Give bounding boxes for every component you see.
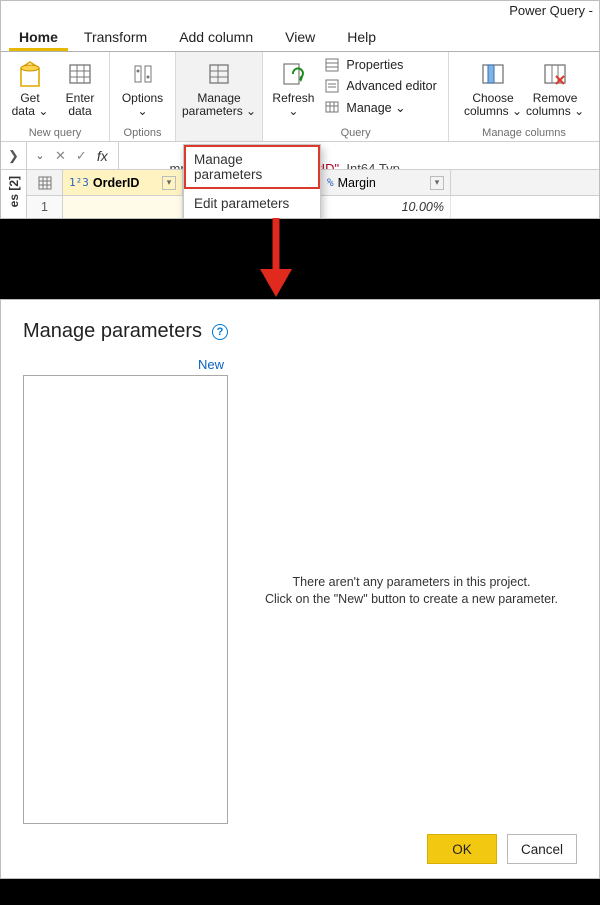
enter-data-label: Enter data (66, 92, 95, 119)
manage-parameters-menu: Manage parameters Edit parameters New pa… (183, 144, 321, 219)
empty-state: There aren't any parameters in this proj… (246, 357, 577, 824)
window-title: Power Query - (1, 1, 599, 18)
formula-expand-icon[interactable]: ⌄ (33, 149, 47, 162)
empty-line-1: There aren't any parameters in this proj… (293, 575, 531, 589)
advanced-editor-icon (324, 78, 340, 94)
refresh-label: Refresh ⌄ (272, 92, 314, 119)
manage-icon (324, 99, 340, 115)
queries-pane-toggle[interactable]: ❯ (1, 142, 27, 169)
menu-manage-parameters[interactable]: Manage parameters (184, 145, 320, 189)
group-query: Query (263, 126, 448, 141)
column-filter-icon[interactable]: ▾ (162, 176, 176, 190)
ribbon: Get data ⌄ Enter data New query Option (1, 52, 599, 142)
remove-columns-label: Remove columns ⌄ (526, 92, 584, 119)
remove-columns-button[interactable]: Remove columns ⌄ (526, 56, 584, 119)
enter-data-icon (64, 58, 96, 90)
help-icon[interactable]: ? (212, 324, 228, 340)
remove-columns-icon (539, 58, 571, 90)
get-data-button[interactable]: Get data ⌄ (7, 56, 53, 119)
options-label: Options ⌄ (122, 92, 163, 119)
new-parameter-link[interactable]: New (23, 357, 228, 375)
tab-view[interactable]: View (269, 23, 331, 51)
column-filter-icon[interactable]: ▾ (430, 176, 444, 190)
fx-icon[interactable]: fx (95, 148, 112, 164)
tab-help[interactable]: Help (331, 23, 392, 51)
number-type-icon: 1²3 (69, 176, 89, 189)
advanced-editor-label: Advanced editor (346, 79, 436, 93)
choose-columns-button[interactable]: Choose columns ⌄ (464, 56, 522, 119)
manage-button[interactable]: Manage ⌄ (320, 98, 440, 116)
group-options: Options (110, 126, 175, 141)
formula-commit-icon[interactable]: ✓ (74, 148, 89, 164)
column-orderid-label: OrderID (93, 176, 140, 190)
menu-bar: Home Transform Add column View Help (1, 18, 599, 52)
menu-edit-parameters[interactable]: Edit parameters (184, 189, 320, 218)
group-manage-columns: Manage columns (449, 126, 599, 141)
annotation-arrow (0, 219, 600, 299)
column-margin-label: Margin (338, 176, 376, 190)
refresh-icon (277, 58, 309, 90)
group-new-query: New query (1, 126, 109, 141)
percent-type-icon: % (327, 176, 334, 189)
power-query-window: Power Query - Home Transform Add column … (0, 0, 600, 219)
get-data-label: Get data ⌄ (12, 92, 49, 119)
refresh-button[interactable]: Refresh ⌄ (270, 56, 316, 119)
manage-parameters-icon (203, 58, 235, 90)
tab-add-column[interactable]: Add column (163, 23, 269, 51)
tab-transform[interactable]: Transform (68, 23, 163, 51)
advanced-editor-button[interactable]: Advanced editor (320, 77, 440, 95)
manage-parameters-dialog: Manage parameters ? New There aren't any… (0, 299, 600, 879)
manage-label: Manage ⌄ (346, 100, 405, 115)
table-icon (38, 176, 52, 190)
dialog-title: Manage parameters (23, 320, 202, 343)
ok-button[interactable]: OK (427, 834, 497, 864)
get-data-icon (14, 58, 46, 90)
cancel-button[interactable]: Cancel (507, 834, 577, 864)
tab-home[interactable]: Home (9, 23, 68, 51)
properties-icon (324, 57, 340, 73)
properties-label: Properties (346, 58, 403, 72)
choose-columns-icon (477, 58, 509, 90)
empty-line-2: Click on the "New" button to create a ne… (265, 592, 558, 606)
options-icon (127, 58, 159, 90)
manage-parameters-button[interactable]: Manage parameters ⌄ (182, 56, 256, 119)
parameter-list[interactable] (23, 375, 228, 824)
chevron-right-icon: ❯ (8, 148, 19, 164)
formula-cancel-icon[interactable]: ✕ (53, 148, 68, 164)
enter-data-button[interactable]: Enter data (57, 56, 103, 119)
options-button[interactable]: Options ⌄ (120, 56, 166, 119)
properties-button[interactable]: Properties (320, 56, 440, 74)
manage-parameters-label: Manage parameters ⌄ (182, 92, 256, 119)
choose-columns-label: Choose columns ⌄ (464, 92, 522, 119)
